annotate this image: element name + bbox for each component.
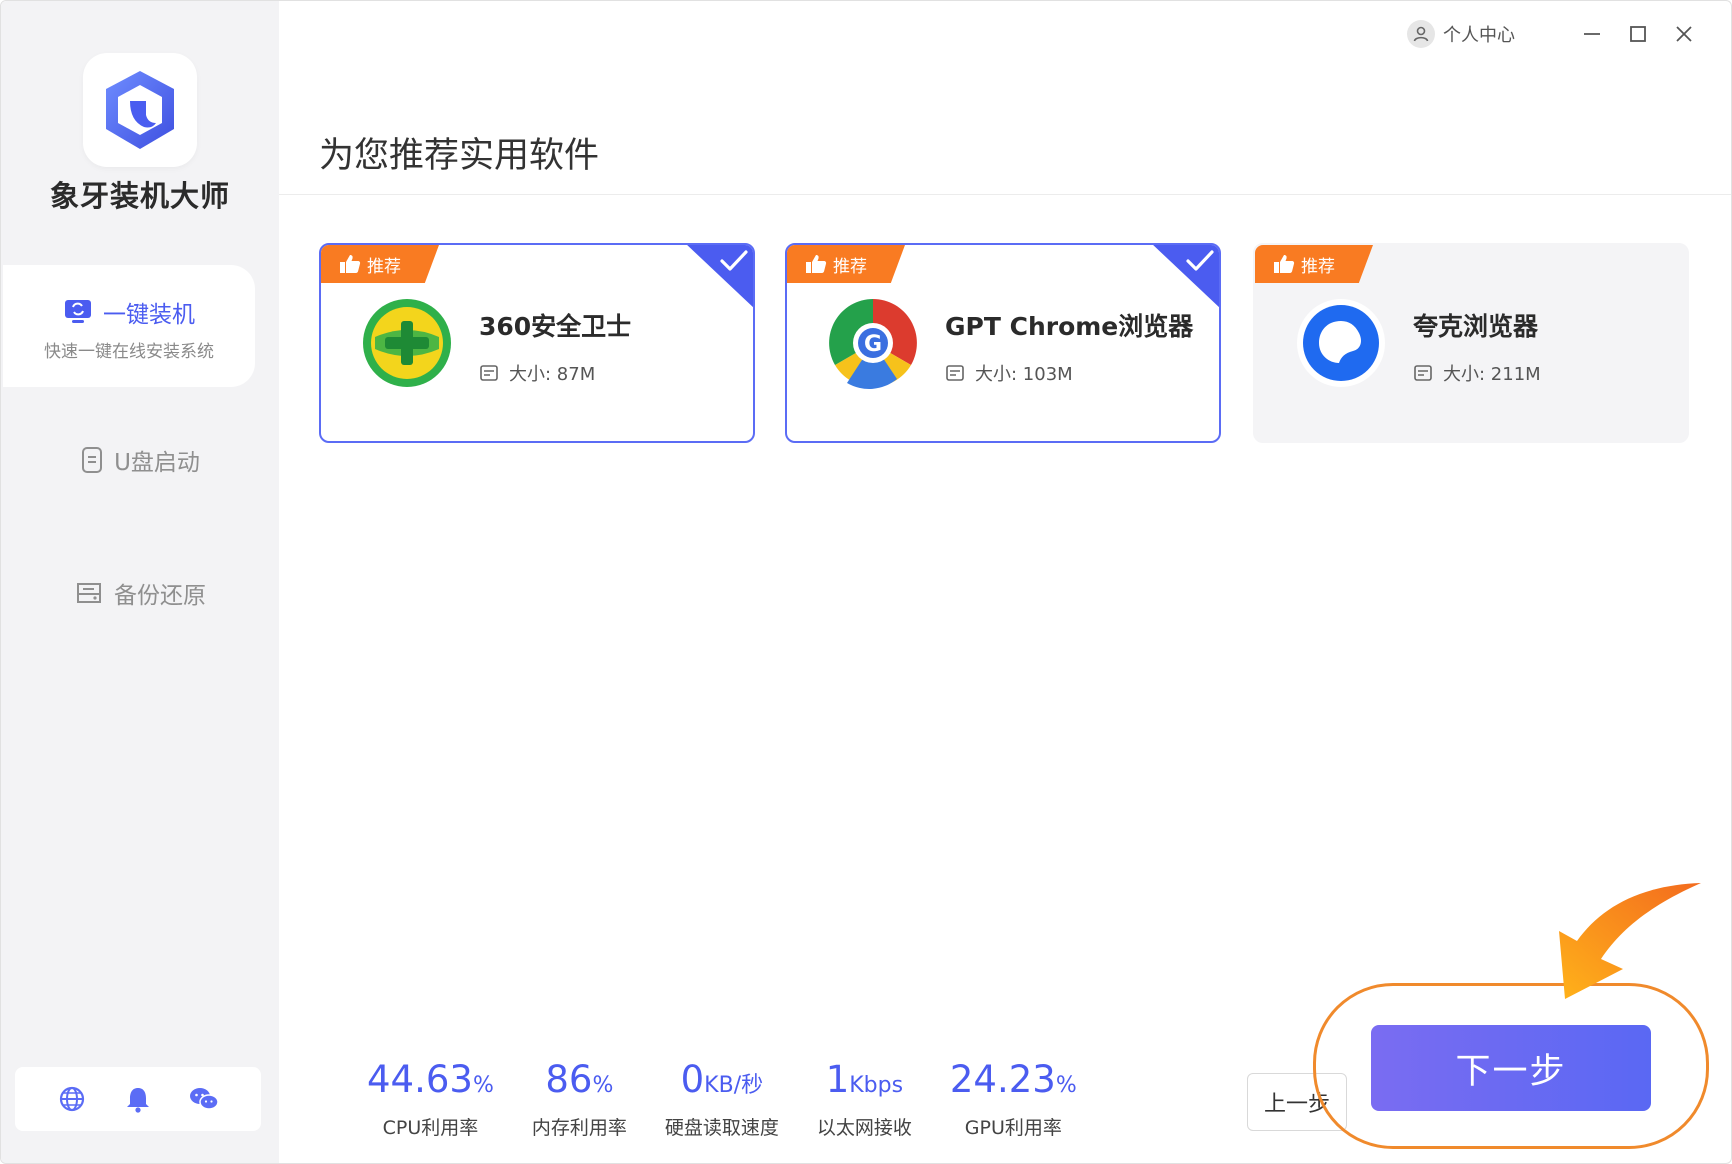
stat-label: CPU利用率 [382,1117,479,1139]
software-card-chrome[interactable]: 推荐 G GPT Chrome浏览器 大小: 103M [785,243,1221,443]
stat-value: 0 [680,1058,705,1101]
minimize-icon [1584,33,1600,35]
sidebar-item-usb-boot[interactable]: U盘启动 [1,430,279,490]
stat-memory: 86% 内存利用率 [532,1059,627,1140]
stat-gpu: 24.23% GPU利用率 [950,1059,1077,1140]
sidebar-footer [15,1067,261,1131]
software-card-quark[interactable]: 推荐 夸克浏览器 大小: 211M [1253,243,1689,443]
sidebar: 象牙装机大师 一键装机 快速一键在线安装系统 U盘启动 备份还原 [1,1,279,1163]
prev-step-button[interactable]: 上一步 [1247,1073,1347,1131]
user-avatar-icon [1407,20,1435,48]
stat-label: 硬盘读取速度 [664,1117,779,1139]
backup-drive-icon [77,583,101,603]
stat-unit: KB/秒 [704,1073,764,1098]
stat-label: GPU利用率 [964,1117,1062,1139]
globe-icon[interactable] [55,1082,89,1116]
recommend-badge: 推荐 [1255,245,1373,283]
usb-drive-icon [82,447,103,473]
stat-label: 以太网接收 [816,1117,912,1139]
app-title: 夸克浏览器 [1413,312,1539,341]
app-name: 象牙装机大师 [49,179,230,213]
app-title: 360安全卫士 [479,312,632,341]
sidebar-item-label: 备份还原 [114,583,206,609]
stat-unit: % [592,1073,614,1098]
stat-unit: % [472,1073,494,1098]
size-icon [1414,365,1432,381]
pointer-arrow-icon [1559,883,1701,999]
app-window: 象牙装机大师 一键装机 快速一键在线安装系统 U盘启动 备份还原 个人中心 为您… [0,0,1732,1164]
next-step-button[interactable]: 下一步 [1371,1025,1651,1111]
title-divider [279,194,1731,195]
minimize-button[interactable] [1575,17,1609,51]
page-title: 为您推荐实用软件 [319,136,600,176]
selected-check-corner [685,245,753,309]
sidebar-item-subtitle: 快速一键在线安装系统 [44,342,214,362]
svg-text:G: G [864,332,882,357]
app-size-label: 大小: 87M [509,364,596,385]
app-size: 大小: 103M [945,360,1073,386]
user-center-label: 个人中心 [1443,25,1515,46]
sidebar-item-backup-restore[interactable]: 备份还原 [1,563,279,623]
system-stats: 44.63% CPU利用率 86% 内存利用率 0KB/秒 硬盘读取速度 1Kb… [367,1059,1115,1140]
maximize-icon [1630,26,1646,42]
user-center-button[interactable]: 个人中心 [1407,17,1515,51]
thumbs-up-icon [340,255,361,273]
badge-label: 推荐 [833,256,867,277]
sidebar-item-label: 一键装机 [103,302,195,328]
thumbs-up-icon [806,255,827,273]
360-security-icon [359,295,455,391]
sidebar-item-one-click-install[interactable]: 一键装机 快速一键在线安装系统 [3,265,255,387]
app-size-label: 大小: 103M [975,364,1073,385]
quark-browser-icon [1293,295,1389,391]
wechat-icon[interactable] [187,1082,221,1116]
software-card-360[interactable]: 推荐 360安全卫士 大小: 87M [319,243,755,443]
stat-ethernet: 1Kbps 以太网接收 [817,1059,912,1140]
stat-label: 内存利用率 [531,1117,627,1139]
recommend-badge: 推荐 [321,245,439,283]
stat-disk-read: 0KB/秒 硬盘读取速度 [665,1059,779,1140]
app-title: GPT Chrome浏览器 [945,312,1194,341]
monitor-refresh-icon [65,300,91,323]
close-icon [1676,26,1692,42]
elephant-logo-icon [106,71,174,149]
stat-cpu: 44.63% CPU利用率 [367,1059,494,1140]
app-size: 大小: 211M [1413,360,1541,386]
close-button[interactable] [1667,17,1701,51]
app-logo [83,53,197,167]
badge-label: 推荐 [367,256,401,277]
stat-value: 24.23 [949,1058,1056,1101]
recommend-badge: 推荐 [787,245,905,283]
checkmark-icon [1186,250,1214,271]
selected-check-corner [1151,245,1219,309]
maximize-button[interactable] [1621,17,1655,51]
bell-icon[interactable] [121,1082,155,1116]
stat-value: 1 [825,1058,850,1101]
stat-value: 44.63 [367,1058,473,1101]
chrome-browser-icon: G [825,295,921,391]
app-size-label: 大小: 211M [1443,364,1541,385]
size-icon [946,365,964,381]
thumbs-up-icon [1274,255,1295,273]
checkmark-icon [720,250,748,271]
size-icon [480,365,498,381]
stat-value: 86 [545,1058,593,1101]
badge-label: 推荐 [1301,256,1335,277]
sidebar-item-label: U盘启动 [114,450,200,476]
stat-unit: Kbps [849,1073,904,1098]
stat-unit: % [1055,1073,1077,1098]
app-size: 大小: 87M [479,360,595,386]
